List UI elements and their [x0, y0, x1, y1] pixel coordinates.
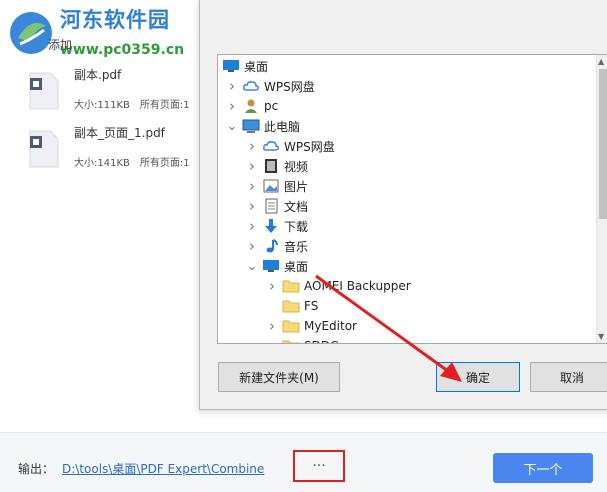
file-meta: 大小:141KB 所有页面:1	[74, 154, 190, 169]
tree-item[interactable]: › AOMEI Backupper	[266, 276, 411, 296]
desktop-icon	[262, 258, 280, 274]
folder-icon	[282, 338, 300, 343]
tree-item[interactable]: ⌄ 此电脑	[226, 116, 300, 136]
chevron-right-icon[interactable]: ›	[246, 196, 258, 216]
tree-item[interactable]: › 图片	[246, 176, 308, 196]
watermark: 河东软件园 www.pc0359.cn	[0, 0, 210, 68]
tree-item-label: 桌面	[244, 59, 269, 74]
tree-item[interactable]: ⌄ 桌面	[246, 256, 308, 276]
file-pages: 所有页面:1	[139, 100, 190, 111]
tree-item[interactable]: › 文档	[246, 196, 308, 216]
tree-item-label: AOMEI Backupper	[304, 279, 411, 293]
file-name: 副本.pdf	[74, 68, 122, 82]
file-size: 大小:111KB	[74, 100, 130, 111]
chevron-right-icon[interactable]: ›	[266, 276, 278, 296]
scroll-down-icon[interactable]: ▼	[598, 332, 604, 341]
tree-item-label: MyEditor	[304, 319, 357, 333]
user-icon	[242, 98, 260, 114]
add-button[interactable]: 添加	[48, 36, 72, 53]
scroll-up-icon[interactable]: ▲	[598, 57, 604, 66]
chevron-right-icon[interactable]: ›	[246, 176, 258, 196]
tree-item-label: WPS网盘	[284, 139, 335, 154]
chevron-down-icon[interactable]: ⌄	[246, 256, 258, 276]
watermark-title: 河东软件园	[60, 8, 170, 32]
cloud-icon	[242, 78, 260, 94]
document-icon	[262, 198, 280, 214]
chevron-right-icon[interactable]: ›	[246, 136, 258, 156]
chevron-right-icon[interactable]: ›	[246, 156, 258, 176]
browse-folder-dialog: ▲ ▼ 桌面 › WPS网盘 › pc ⌄ 此电脑 › WPS网盘 › 视频 › 图片 › 文档 › 下载 › 音乐…	[199, 0, 607, 410]
tree-item[interactable]: FS	[266, 296, 318, 316]
browse-output-button[interactable]: ···	[293, 450, 345, 482]
tree-item-label: 文档	[284, 199, 309, 214]
file-pages: 所有页面:1	[139, 158, 190, 169]
tree-item[interactable]: › pc	[226, 96, 278, 116]
download-icon	[262, 218, 280, 234]
chevron-right-icon[interactable]: ›	[266, 336, 278, 343]
new-folder-button[interactable]: 新建文件夹(M)	[218, 362, 340, 392]
tree-item-label: pc	[264, 99, 279, 113]
ok-button[interactable]: 确定	[436, 362, 520, 392]
chevron-right-icon[interactable]: ›	[246, 216, 258, 236]
tree-item-label: WPS网盘	[264, 79, 315, 94]
desktop-icon	[222, 58, 240, 74]
tree-item[interactable]: › 下载	[246, 216, 308, 236]
tree-item[interactable]: › SDDC	[266, 336, 338, 343]
file-list-panel: 河东软件园 www.pc0359.cn 添加 副本.pdf 大小:111KB 所有…	[0, 0, 200, 430]
folder-icon	[282, 298, 300, 314]
pdf-file-icon	[29, 72, 59, 110]
folder-icon	[282, 278, 300, 294]
tree-item-label: 下载	[284, 219, 309, 234]
tree-item[interactable]: › 音乐	[246, 236, 308, 256]
pdf-file-icon	[29, 130, 59, 168]
folder-icon	[282, 318, 300, 334]
chevron-down-icon[interactable]: ⌄	[226, 116, 238, 136]
tree-item[interactable]: › MyEditor	[266, 316, 357, 336]
tree-item-label: 桌面	[284, 259, 309, 274]
output-bar: 输出： D:\tools\桌面\PDF Expert\Combine ··· 下…	[0, 432, 607, 492]
cancel-button[interactable]: 取消	[530, 362, 607, 392]
chevron-right-icon[interactable]: ›	[226, 76, 238, 96]
cloud-icon	[262, 138, 280, 154]
tree-item[interactable]: › WPS网盘	[246, 136, 335, 156]
file-size: 大小:141KB	[74, 158, 130, 169]
tree-item-label: 音乐	[284, 239, 309, 254]
picture-icon	[262, 178, 280, 194]
output-path-link[interactable]: D:\tools\桌面\PDF Expert\Combine	[62, 460, 264, 477]
tree-item-label: 此电脑	[264, 119, 301, 134]
tree-item-label: 视频	[284, 159, 309, 174]
tree-scrollbar[interactable]: ▲ ▼	[596, 55, 607, 343]
file-name: 副本_页面_1.pdf	[74, 126, 165, 140]
tree-item-label: SDDC	[304, 339, 338, 343]
list-item[interactable]: 副本.pdf 大小:111KB 所有页面:1	[28, 66, 208, 114]
tree-item[interactable]: 桌面	[222, 56, 268, 76]
list-item[interactable]: 副本_页面_1.pdf 大小:141KB 所有页面:1	[28, 124, 208, 172]
output-label: 输出：	[18, 462, 55, 476]
folder-tree[interactable]: ▲ ▼ 桌面 › WPS网盘 › pc ⌄ 此电脑 › WPS网盘 › 视频 › 图片 › 文档 › 下载 › 音乐…	[217, 54, 607, 344]
tree-item-label: 图片	[284, 179, 309, 194]
computer-icon	[242, 118, 260, 134]
chevron-right-icon[interactable]: ›	[266, 316, 278, 336]
watermark-url: www.pc0359.cn	[60, 42, 185, 58]
chevron-right-icon[interactable]: ›	[226, 96, 238, 116]
next-button[interactable]: 下一个	[493, 453, 593, 483]
tree-item[interactable]: › WPS网盘	[226, 76, 315, 96]
scroll-thumb[interactable]	[599, 69, 607, 219]
chevron-right-icon[interactable]: ›	[246, 236, 258, 256]
tree-item[interactable]: › 视频	[246, 156, 308, 176]
file-meta: 大小:111KB 所有页面:1	[74, 96, 190, 111]
video-icon	[262, 158, 280, 174]
music-icon	[262, 238, 280, 254]
tree-item-label: FS	[304, 299, 319, 313]
